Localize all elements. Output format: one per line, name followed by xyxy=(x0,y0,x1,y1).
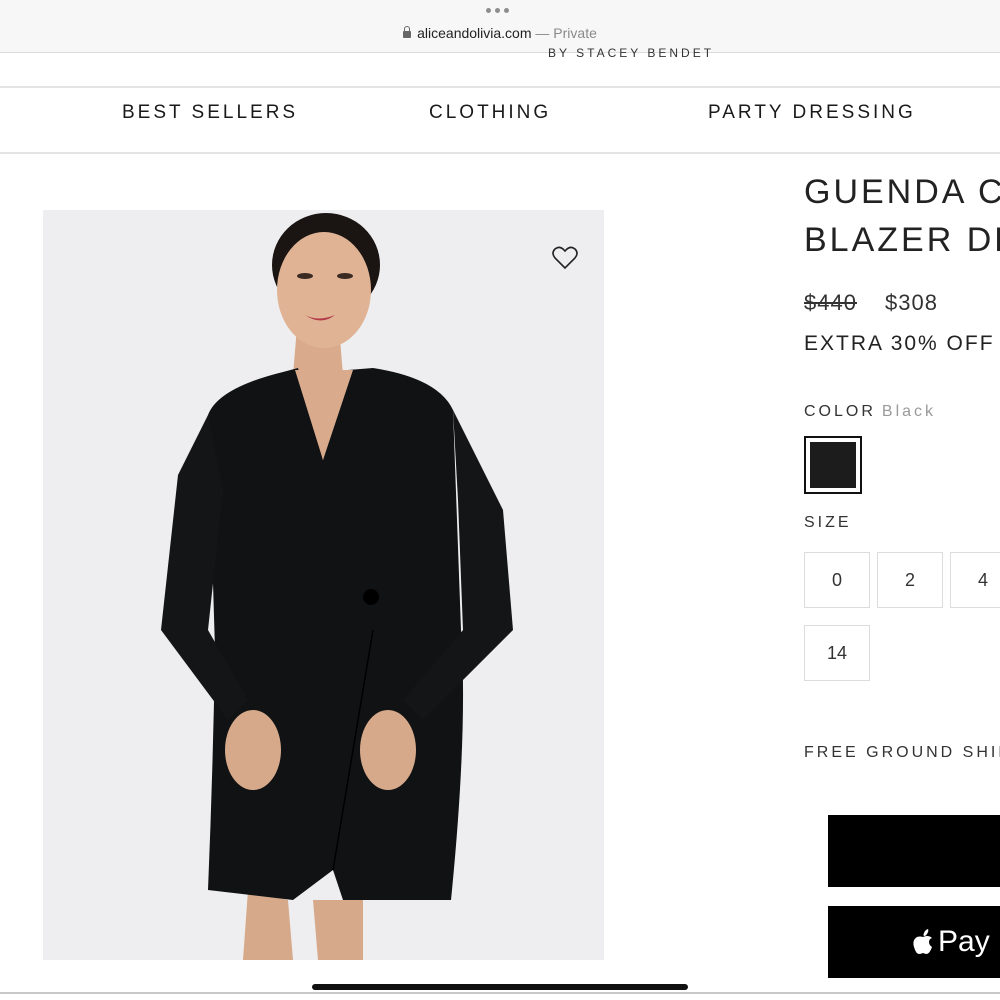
apple-pay-label: Pay xyxy=(938,925,990,958)
shipping-info: FREE GROUND SHIP xyxy=(804,744,1000,761)
browser-toolbar: aliceandolivia.com — Private xyxy=(0,0,1000,53)
size-label: SIZE xyxy=(804,514,852,531)
bottom-divider xyxy=(0,992,1000,994)
lock-icon xyxy=(403,26,412,38)
apple-icon xyxy=(913,929,932,954)
url-text: aliceandolivia.com xyxy=(417,25,532,41)
product-title: GUENDA C BLAZER DRE xyxy=(804,173,1000,259)
address-bar[interactable]: aliceandolivia.com — Private xyxy=(0,25,1000,41)
nav-divider-bottom xyxy=(0,152,1000,154)
apple-pay-button[interactable]: Pay xyxy=(828,906,1000,978)
color-label: COLOR Black xyxy=(804,403,936,421)
home-indicator[interactable] xyxy=(312,984,688,990)
tab-overview-dots-icon[interactable] xyxy=(486,8,509,13)
size-option-0[interactable]: 0 xyxy=(804,552,870,608)
original-price: $440 xyxy=(804,290,857,315)
product-image[interactable] xyxy=(43,210,604,960)
heart-icon[interactable] xyxy=(551,244,579,272)
add-to-bag-button[interactable] xyxy=(828,815,1000,887)
nav-clothing[interactable]: CLOTHING xyxy=(429,102,551,124)
color-value: Black xyxy=(881,403,937,420)
sale-price: $308 xyxy=(885,290,938,315)
nav-divider-top xyxy=(0,86,1000,88)
size-option-4[interactable]: 4 xyxy=(950,552,1000,608)
color-label-text: COLOR xyxy=(804,403,876,420)
color-swatch-black[interactable] xyxy=(804,436,862,494)
model-illustration xyxy=(161,213,513,960)
nav-best-sellers[interactable]: BEST SELLERS xyxy=(122,102,298,124)
size-option-2[interactable]: 2 xyxy=(877,552,943,608)
brand-tagline: BY STACEY BENDET xyxy=(548,46,715,60)
size-option-14[interactable]: 14 xyxy=(804,625,870,681)
url-separator: — xyxy=(535,25,550,41)
private-mode-label: Private xyxy=(553,25,597,41)
nav-party-dressing[interactable]: PARTY DRESSING xyxy=(708,102,916,124)
promo-text: EXTRA 30% OFF xyxy=(804,332,995,355)
